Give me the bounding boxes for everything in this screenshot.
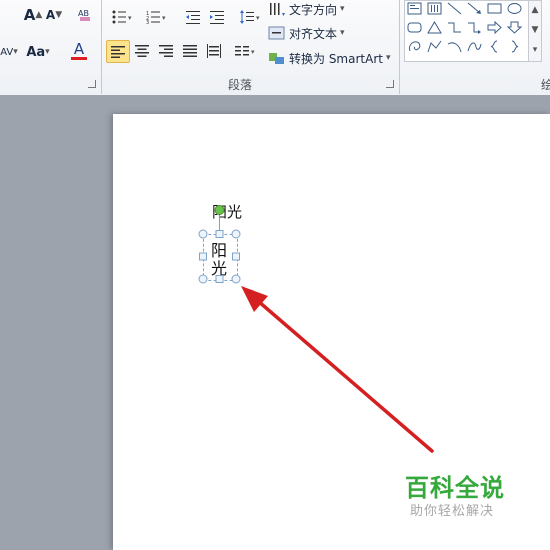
selected-text-box[interactable]: 阳 光	[203, 234, 238, 281]
svg-text:▾: ▾	[251, 48, 255, 56]
increase-indent-icon	[210, 11, 224, 24]
watermark-title: 百科全说	[405, 474, 505, 502]
change-case-button[interactable]: Aa ▾	[24, 42, 52, 62]
increase-indent-button[interactable]	[208, 8, 228, 26]
gallery-scroll-down-icon[interactable]: ▼	[529, 21, 541, 39]
drawing-group-label-partial: 绘	[541, 78, 550, 92]
svg-text:AB: AB	[78, 9, 89, 18]
shrink-font-label: A	[45, 8, 56, 22]
bullets-button[interactable]: ▾	[108, 8, 138, 26]
arrow-line-shape-icon[interactable]	[467, 2, 482, 15]
columns-button[interactable]: ▾	[232, 41, 260, 61]
convert-smartart-button[interactable]: 转换为 SmartArt ▾	[268, 49, 398, 67]
line-shape-icon[interactable]	[447, 2, 462, 15]
star-shape-icon[interactable]	[407, 40, 422, 53]
convert-smartart-dropdown-glyph: ▾	[385, 53, 391, 63]
character-spacing-button[interactable]: AV ▾	[0, 42, 20, 62]
bullets-icon: ▾	[112, 10, 132, 24]
right-brace-shape-icon[interactable]	[507, 40, 522, 53]
ribbon: A ▲ A ▼ AB AV ▾ Aa ▾ A ▾ 1 2 3 ▾ ▾ ▾ 文字方…	[0, 0, 550, 96]
grow-font-label: A	[23, 6, 36, 24]
line-spacing-icon: ▾	[240, 10, 260, 24]
right-arrow-shape-icon[interactable]	[487, 21, 502, 34]
rectangle-shape-icon[interactable]	[487, 2, 502, 15]
left-brace-shape-icon[interactable]	[487, 40, 502, 53]
elbow-connector-shape-icon[interactable]	[447, 21, 462, 34]
oval-shape-icon[interactable]	[507, 2, 522, 15]
vertical-text-box-shape-icon[interactable]	[427, 2, 442, 15]
clear-format-button[interactable]: AB	[76, 6, 94, 24]
watermark-subtitle: 助你轻松解决	[410, 504, 495, 519]
numbering-icon: 123▾	[146, 11, 166, 24]
paragraph-dialog-launcher[interactable]	[386, 80, 394, 88]
arc-shape-icon[interactable]	[447, 40, 462, 53]
justify-icon	[183, 45, 197, 57]
freeform-shape-icon[interactable]	[427, 40, 442, 53]
align-text-dropdown-glyph: ▾	[340, 28, 345, 38]
rounded-rectangle-shape-icon[interactable]	[407, 21, 422, 34]
columns-icon: ▾	[235, 46, 255, 56]
text-direction-icon	[270, 3, 285, 16]
text-direction-dropdown-glyph: ▾	[340, 4, 345, 14]
svg-text:3: 3	[146, 20, 149, 24]
align-right-icon	[159, 45, 173, 57]
text-direction-button[interactable]: 文字方向 ▾	[268, 0, 352, 18]
convert-smartart-label: 转换为 SmartArt	[289, 51, 383, 66]
font-dialog-launcher[interactable]	[88, 80, 96, 88]
decrease-indent-icon	[186, 11, 200, 24]
gallery-scroll-up-icon[interactable]: ▲	[529, 1, 541, 19]
decrease-indent-button[interactable]	[184, 8, 204, 26]
font-color-button[interactable]: A	[64, 40, 94, 62]
numbering-button[interactable]: 1 2 3 ▾	[142, 8, 172, 26]
spacing-label: AV	[0, 46, 14, 58]
clear-format-icon: AB	[78, 9, 90, 21]
align-left-button[interactable]	[106, 40, 130, 63]
grow-font-button[interactable]: A ▲	[22, 5, 44, 25]
distributed-icon	[207, 44, 221, 58]
text-box-shape-icon[interactable]	[407, 2, 422, 15]
change-case-label: Aa	[26, 44, 46, 60]
svg-text:▾: ▾	[162, 14, 166, 22]
paragraph-group-label: 段落	[228, 78, 253, 92]
line-spacing-button[interactable]: ▾	[238, 8, 264, 26]
align-center-icon	[135, 45, 149, 57]
align-text-label: 对齐文本	[289, 26, 338, 41]
unrotated-text: 阳光	[212, 203, 243, 221]
shapes-gallery[interactable]	[404, 0, 530, 62]
spacing-dropdown-glyph: ▾	[13, 47, 18, 57]
elbow-arrow-connector-shape-icon[interactable]	[467, 21, 482, 34]
align-text-button[interactable]: 对齐文本 ▾	[268, 24, 352, 42]
font-color-label: A	[73, 40, 85, 58]
font-group-separator	[101, 0, 102, 94]
align-right-button[interactable]	[155, 41, 177, 61]
shapes-gallery-scroll[interactable]: ▲ ▼ ▾	[528, 0, 542, 62]
change-case-dropdown-glyph: ▾	[45, 47, 50, 57]
down-arrow-shape-icon[interactable]	[507, 21, 522, 34]
smartart-icon	[269, 53, 284, 64]
align-text-icon	[268, 26, 285, 40]
distributed-button[interactable]	[203, 41, 225, 61]
font-color-swatch	[71, 57, 87, 60]
svg-text:▾: ▾	[256, 14, 260, 22]
gallery-more-icon[interactable]: ▾	[529, 41, 541, 59]
align-center-button[interactable]	[131, 41, 153, 61]
shrink-font-button[interactable]: A ▼	[44, 5, 64, 25]
paragraph-group-separator	[399, 0, 400, 94]
justify-button[interactable]	[179, 41, 201, 61]
text-box-line-2: 光	[211, 259, 228, 278]
triangle-shape-icon[interactable]	[427, 21, 442, 34]
curve-shape-icon[interactable]	[467, 40, 482, 53]
text-direction-label: 文字方向	[289, 2, 338, 17]
align-left-icon	[111, 45, 125, 58]
svg-text:▾: ▾	[128, 14, 132, 22]
